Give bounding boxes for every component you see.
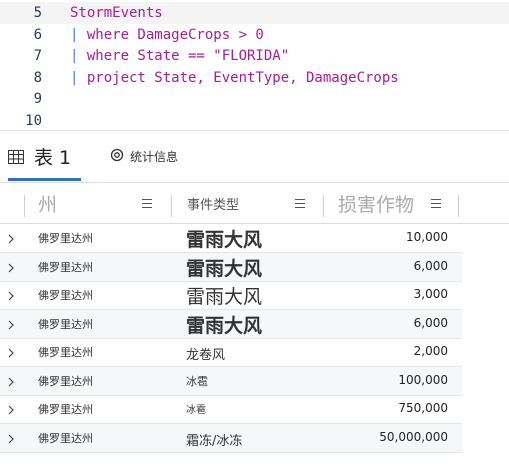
cell-damage-crops: 2,000 <box>413 344 448 358</box>
cell-event-type: 龙卷风 <box>186 348 226 363</box>
cell-event-type: 雷雨大风 <box>186 257 263 280</box>
editor-line[interactable]: 8 | project State, EventType, DamageCrops <box>0 67 509 89</box>
editor-line[interactable]: 7 | where State == "FLORIDA" <box>0 45 509 67</box>
cell-damage-crops: 6,000 <box>413 315 448 330</box>
column-header-state[interactable]: 州 <box>38 183 57 223</box>
cell-damage-crops: 100,000 <box>398 372 448 387</box>
line-number: 8 <box>33 70 42 86</box>
cell-event-type: 雷雨大风 <box>186 286 263 308</box>
expand-chevron-icon[interactable] <box>7 230 15 244</box>
expand-chevron-icon[interactable] <box>7 316 15 329</box>
column-menu-icon[interactable] <box>142 199 152 208</box>
code-token: | <box>70 48 87 64</box>
cell-state: 佛罗里达州 <box>38 403 93 416</box>
code-token: project State, EventType, DamageCrops <box>86 70 399 86</box>
cell-damage-crops: 3,000 <box>413 287 448 301</box>
line-number: 5 <box>33 5 42 21</box>
tab-stats[interactable]: 统计信息 <box>110 131 178 181</box>
cell-state: 佛罗里达州 <box>38 260 93 274</box>
results-tabs: 表 1 统计信息 <box>0 130 509 183</box>
column-menu-icon[interactable] <box>295 199 305 208</box>
stats-icon <box>110 147 124 166</box>
column-header-event-type-label: 事件类型 <box>187 197 240 213</box>
expand-chevron-icon[interactable] <box>7 259 15 272</box>
cell-damage-crops: 6,000 <box>413 258 448 273</box>
line-number: 7 <box>33 48 42 64</box>
code-token: | <box>70 70 87 86</box>
column-header-state-label: 州 <box>38 193 58 216</box>
table-row[interactable]: 佛罗里达州 冰雹 100,000 <box>0 366 462 396</box>
cell-state: 佛罗里达州 <box>38 374 93 388</box>
editor-line[interactable]: 10 <box>0 110 509 132</box>
column-menu-icon[interactable] <box>431 199 441 208</box>
expand-chevron-icon[interactable] <box>7 373 15 386</box>
code-text: | where DamageCrops > 0 <box>70 27 264 43</box>
cell-event-type: 冰雹 <box>186 374 208 388</box>
column-header-event-type[interactable]: 事件类型 <box>187 183 239 223</box>
code-token: | <box>70 27 87 43</box>
code-text: | where State == "FLORIDA" <box>70 48 289 64</box>
table-row[interactable]: 佛罗里达州 雷雨大风 10,000 <box>0 224 462 253</box>
code-token: where State == "FLORIDA" <box>86 48 290 64</box>
expand-chevron-icon[interactable] <box>7 401 15 415</box>
cell-state: 佛罗里达州 <box>38 431 93 445</box>
column-separator <box>24 195 25 217</box>
tab-table-1[interactable]: 表 1 <box>8 131 71 181</box>
tab-stats-label: 统计信息 <box>130 149 179 164</box>
cell-state: 佛罗里达州 <box>38 346 93 359</box>
column-separator <box>171 195 172 217</box>
line-number: 6 <box>33 27 42 43</box>
cell-state: 佛罗里达州 <box>38 232 93 245</box>
cell-event-type: 雷雨大风 <box>186 314 263 337</box>
cell-state: 佛罗里达州 <box>38 289 93 302</box>
column-header-damage-crops[interactable]: 损害作物 <box>338 183 414 223</box>
cell-event-type: 雷雨大风 <box>186 229 263 251</box>
cell-event-type: 冰雹 <box>186 405 206 416</box>
cell-damage-crops: 750,000 <box>398 401 448 415</box>
cell-damage-crops: 10,000 <box>406 230 448 244</box>
grid-header: 州 事件类型 损害作物 <box>0 182 509 224</box>
table-row[interactable]: 佛罗里达州 龙卷风 2,000 <box>0 338 462 367</box>
table-row[interactable]: 佛罗里达州 雷雨大风 6,000 <box>0 309 462 339</box>
code-text: | project State, EventType, DamageCrops <box>70 70 399 86</box>
table-row[interactable]: 佛罗里达州 冰雹 750,000 <box>0 395 462 424</box>
expand-chevron-icon[interactable] <box>7 344 15 358</box>
expand-chevron-icon[interactable] <box>7 287 15 301</box>
active-tab-indicator <box>8 178 81 181</box>
editor-line[interactable]: 5 StormEvents <box>0 2 509 24</box>
line-number: 10 <box>25 113 42 129</box>
table-row[interactable]: 佛罗里达州 雷雨大风 6,000 <box>0 252 462 282</box>
column-header-damage-crops-label: 损害作物 <box>338 193 415 216</box>
cell-event-type: 霜冻/冰冻 <box>186 433 243 449</box>
cell-damage-crops: 50,000,000 <box>379 429 448 444</box>
cell-state: 佛罗里达州 <box>38 317 93 331</box>
tab-table-label: 表 1 <box>34 146 72 169</box>
line-number: 9 <box>33 91 42 107</box>
editor-line[interactable]: 9 <box>0 88 509 110</box>
table-row[interactable]: 佛罗里达州 霜冻/冰冻 50,000,000 <box>0 423 462 453</box>
column-separator <box>323 195 324 217</box>
code-token: StormEvents <box>70 5 163 21</box>
column-separator <box>458 195 459 217</box>
table-row[interactable]: 佛罗里达州 雷雨大风 3,000 <box>0 281 462 310</box>
editor-line[interactable]: 6 | where DamageCrops > 0 <box>0 24 509 46</box>
expand-chevron-icon[interactable] <box>7 430 15 443</box>
results-grid: 州 事件类型 损害作物 佛罗里达州 雷雨大风 10,000 佛罗里达州 雷雨大风 6,00… <box>0 182 509 470</box>
table-icon <box>8 149 24 164</box>
code-text: StormEvents <box>70 5 163 21</box>
code-token: where DamageCrops > 0 <box>86 27 264 43</box>
query-editor[interactable]: 5 StormEvents 6 | where DamageCrops > 0 7 | w… <box>0 0 509 130</box>
